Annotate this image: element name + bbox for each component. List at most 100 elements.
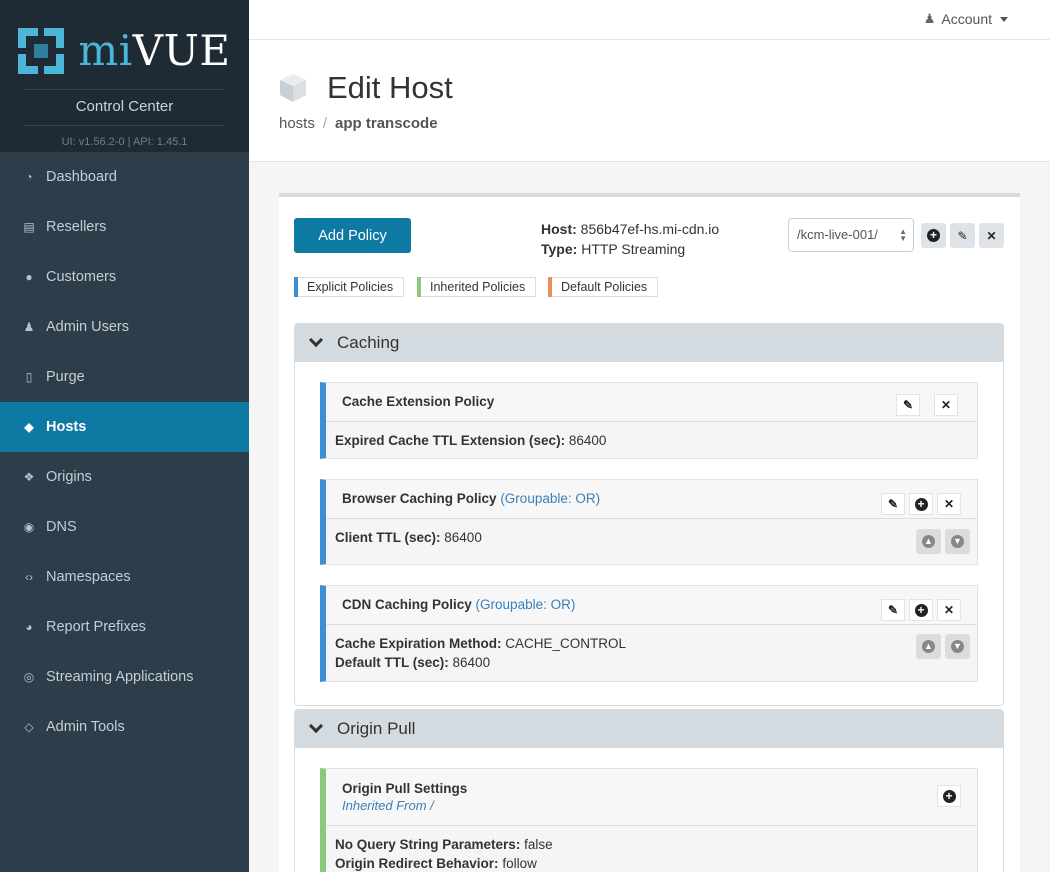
move-up-button[interactable]: ▲: [916, 529, 941, 554]
user-icon: ♟: [923, 11, 936, 26]
path-select[interactable]: /kcm-live-001/ ▲ ▼: [788, 218, 914, 252]
edit-policy-button[interactable]: ✎: [896, 394, 920, 416]
logo[interactable]: miVUE: [0, 26, 249, 75]
delete-path-button[interactable]: ✕: [979, 223, 1004, 248]
cube-icon: [280, 74, 306, 102]
move-down-button[interactable]: ▼: [945, 529, 970, 554]
close-icon: ✕: [943, 497, 955, 511]
edit-icon: ✎: [957, 228, 968, 243]
policy-title: Origin Pull Settings Inherited From / +: [326, 769, 977, 826]
sidebar-item-resellers[interactable]: ▤ Resellers: [0, 202, 249, 252]
book-icon: ▤: [23, 220, 35, 234]
policy-fields: Client TTL (sec): 86400 ▲ ▼: [326, 519, 977, 554]
breadcrumb-current: app transcode: [335, 115, 438, 132]
account-menu[interactable]: ♟ Account: [924, 11, 1008, 27]
sidebar-item-admin-users[interactable]: ♟ Admin Users: [0, 302, 249, 352]
add-policy-item-button[interactable]: +: [909, 599, 933, 621]
version-info: UI: v1.56.2-0 | API: 1.45.1: [61, 136, 188, 148]
sidebar-item-report-prefixes[interactable]: ◕ Report Prefixes: [0, 602, 249, 652]
policy-card: CDN Caching Policy (Groupable: OR) ✎ + ✕…: [320, 585, 978, 682]
legend-explicit: Explicit Policies: [294, 277, 405, 297]
sidebar-item-namespaces[interactable]: ‹› Namespaces: [0, 552, 249, 602]
cube-icon: ◆: [24, 420, 34, 434]
host-info: Host: 856b47ef-hs.mi-cdn.io Type: HTTP S…: [541, 221, 720, 257]
sidebar-item-admin-tools[interactable]: ◇ Admin Tools: [0, 702, 249, 752]
policy-card: Cache Extension Policy ✎ ✕ Expired Cache…: [320, 382, 978, 459]
sidebar-item-dns[interactable]: ◉ DNS: [0, 502, 249, 552]
close-icon: ✕: [943, 603, 955, 617]
edit-icon: ✎: [902, 398, 914, 412]
edit-policy-button[interactable]: ✎: [881, 599, 905, 621]
add-policy-button[interactable]: Add Policy: [294, 218, 411, 253]
edit-icon: ✎: [887, 497, 899, 511]
cubes-icon: ❖: [23, 470, 35, 484]
chevron-down-icon: [308, 718, 324, 734]
arrow-down-icon: ▼: [951, 535, 964, 548]
close-icon: ✕: [986, 228, 997, 243]
arrow-up-icon: ▲: [922, 535, 935, 548]
account-label: Account: [941, 11, 992, 27]
inherited-from-link[interactable]: Inherited From /: [342, 798, 977, 813]
logo-text: miVUE: [78, 26, 231, 75]
add-policy-item-button[interactable]: +: [909, 493, 933, 515]
policy-card: Origin Pull Settings Inherited From / + …: [320, 768, 978, 872]
sidebar-item-streaming-applications[interactable]: ◎ Streaming Applications: [0, 652, 249, 702]
add-path-button[interactable]: +: [921, 223, 946, 248]
target-icon: ◎: [23, 670, 35, 684]
legend-default: Default Policies: [548, 277, 659, 297]
add-policy-item-button[interactable]: +: [937, 785, 961, 807]
breadcrumb-separator: /: [322, 115, 328, 132]
sidebar-item-origins[interactable]: ❖ Origins: [0, 452, 249, 502]
plus-circle-icon: +: [942, 789, 956, 803]
edit-path-button[interactable]: ✎: [950, 223, 975, 248]
arrow-down-icon: ▼: [951, 640, 964, 653]
plus-circle-icon: +: [914, 603, 928, 617]
breadcrumb: hosts / app transcode: [279, 115, 438, 132]
plus-circle-icon: +: [927, 229, 940, 242]
delete-policy-button[interactable]: ✕: [937, 493, 961, 515]
sidebar-item-customers[interactable]: ● Customers: [0, 252, 249, 302]
sidebar-item-purge[interactable]: ▯ Purge: [0, 352, 249, 402]
delete-policy-button[interactable]: ✕: [934, 394, 958, 416]
users-icon: ●: [25, 270, 33, 284]
host-policy-panel: Add Policy Host: 856b47ef-hs.mi-cdn.io T…: [279, 193, 1020, 872]
select-arrows-icon: ▲ ▼: [899, 227, 907, 243]
delete-policy-button[interactable]: ✕: [937, 599, 961, 621]
compass-icon: ◕: [25, 620, 33, 634]
globe-icon: ◉: [23, 520, 35, 534]
policy-title: CDN Caching Policy (Groupable: OR) ✎ + ✕: [326, 586, 977, 625]
policy-title: Cache Extension Policy ✎ ✕: [326, 383, 977, 422]
code-icon: ‹›: [25, 570, 33, 584]
move-down-button[interactable]: ▼: [945, 634, 970, 659]
edit-policy-button[interactable]: ✎: [881, 493, 905, 515]
origin-pull-section-header[interactable]: Origin Pull: [295, 710, 1003, 748]
caching-section: Caching Cache Extension Policy ✎ ✕ Expir…: [294, 323, 1004, 706]
close-icon: ✕: [940, 398, 952, 412]
caching-section-header[interactable]: Caching: [295, 324, 1003, 362]
dashboard-icon: ◔: [25, 170, 33, 184]
sidebar-item-hosts[interactable]: ◆ Hosts: [0, 402, 249, 452]
host-value: 856b47ef-hs.mi-cdn.io: [580, 221, 720, 237]
legend-inherited: Inherited Policies: [417, 277, 537, 297]
sidebar: miVUE Control Center UI: v1.56.2-0 | API…: [0, 0, 249, 872]
arrow-up-icon: ▲: [922, 640, 935, 653]
breadcrumb-hosts-link[interactable]: hosts: [279, 115, 315, 132]
move-up-button[interactable]: ▲: [916, 634, 941, 659]
policy-fields: No Query String Parameters: false Origin…: [335, 837, 553, 871]
page-header: Edit Host hosts / app transcode: [249, 40, 1050, 162]
admin-icon: ♟: [23, 320, 35, 334]
logo-mark-icon: [18, 27, 65, 74]
topbar: ♟ Account: [249, 0, 1050, 40]
type-value: HTTP Streaming: [581, 241, 686, 257]
sidebar-nav: ◔ Dashboard ▤ Resellers ● Customers ♟ Admin …: [0, 152, 249, 752]
policy-fields: Cache Expiration Method: CACHE_CONTROL D…: [326, 625, 977, 672]
sidebar-item-dashboard[interactable]: ◔ Dashboard: [0, 152, 249, 202]
page-title: Edit Host: [327, 70, 453, 105]
origin-pull-section: Origin Pull Origin Pull Settings Inherit…: [294, 709, 1004, 872]
plus-circle-icon: +: [914, 497, 928, 511]
brand-subtitle: Control Center: [24, 89, 225, 126]
trash-icon: ▯: [25, 370, 33, 384]
caret-down-icon: [1000, 16, 1008, 22]
edit-icon: ✎: [887, 603, 899, 617]
diamond-icon: ◇: [24, 720, 34, 734]
